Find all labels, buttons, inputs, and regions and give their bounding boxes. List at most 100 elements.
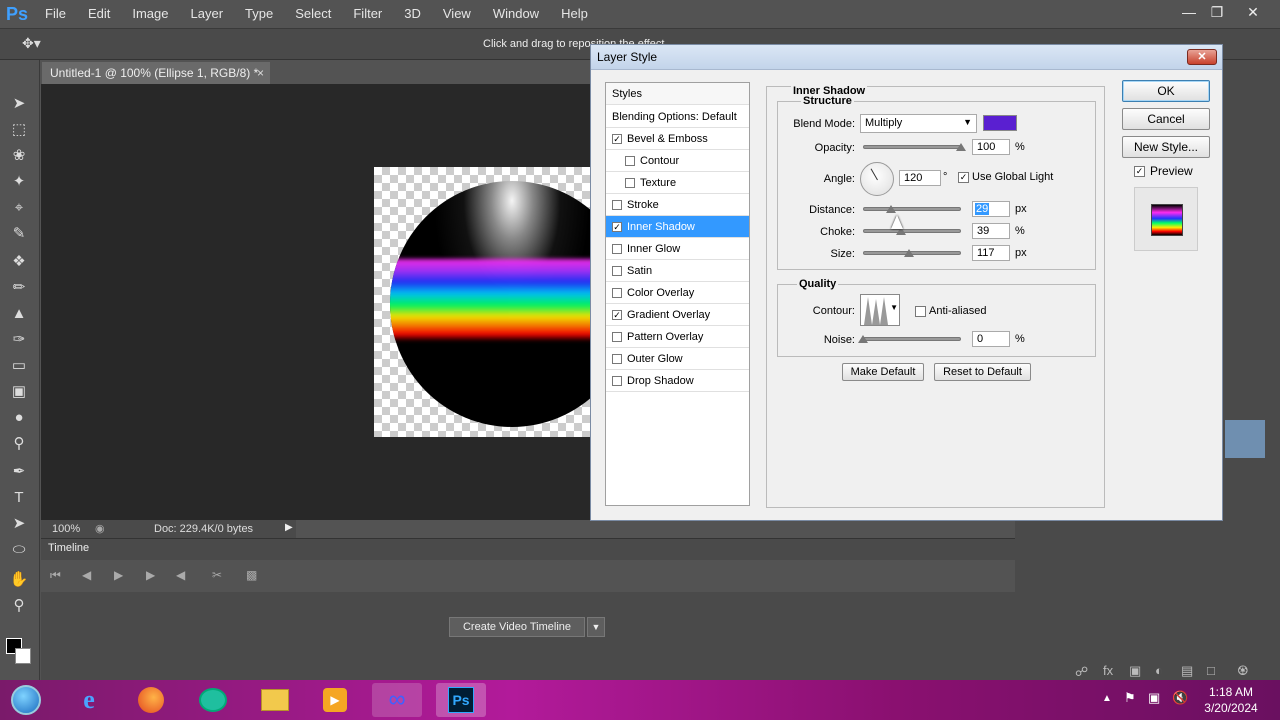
style-item[interactable]: Drop Shadow bbox=[606, 370, 749, 392]
angle-dial[interactable] bbox=[860, 162, 894, 196]
split-icon[interactable]: ✂ bbox=[212, 568, 222, 582]
noise-slider-thumb[interactable] bbox=[858, 335, 868, 343]
style-checkbox[interactable] bbox=[612, 354, 622, 364]
menu-file[interactable]: File bbox=[34, 0, 77, 28]
brush-tool-icon[interactable]: ✏ bbox=[8, 276, 30, 298]
dodge-tool-icon[interactable]: ⚲ bbox=[8, 432, 30, 454]
style-checkbox[interactable] bbox=[612, 288, 622, 298]
styles-header[interactable]: Styles bbox=[606, 83, 749, 105]
style-item[interactable]: Color Overlay bbox=[606, 282, 749, 304]
menu-type[interactable]: Type bbox=[234, 0, 284, 28]
layer-thumbnail[interactable] bbox=[1225, 420, 1265, 458]
new-layer-icon[interactable]: □ bbox=[1207, 663, 1215, 678]
style-checkbox[interactable]: ✓ bbox=[612, 222, 622, 232]
close-icon[interactable]: ✕ bbox=[1240, 2, 1266, 22]
first-frame-icon[interactable]: ⏮ bbox=[50, 568, 61, 583]
size-slider-thumb[interactable] bbox=[904, 249, 915, 257]
start-button[interactable] bbox=[4, 683, 48, 717]
close-icon[interactable]: ✕ bbox=[1187, 49, 1217, 65]
chat-app-icon[interactable] bbox=[188, 683, 238, 717]
preview-checkbox[interactable]: ✓ bbox=[1134, 166, 1145, 177]
volume-muted-icon[interactable]: 🔇 bbox=[1172, 690, 1188, 706]
photoshop-taskbar-icon[interactable]: Ps bbox=[436, 683, 486, 717]
style-item[interactable]: Stroke bbox=[606, 194, 749, 216]
minimize-icon[interactable]: — bbox=[1176, 2, 1202, 22]
blend-mode-select[interactable]: Multiply ▼ bbox=[860, 114, 977, 133]
style-item[interactable]: ✓ Gradient Overlay bbox=[606, 304, 749, 326]
blur-tool-icon[interactable]: ● bbox=[8, 406, 30, 428]
style-checkbox[interactable] bbox=[612, 200, 622, 210]
menu-layer[interactable]: Layer bbox=[180, 0, 235, 28]
transition-icon[interactable]: ▩ bbox=[246, 568, 257, 582]
new-style-button[interactable]: New Style... bbox=[1122, 136, 1210, 158]
style-item[interactable]: ✓ Bevel & Emboss bbox=[606, 128, 749, 150]
distance-slider-thumb[interactable] bbox=[886, 205, 897, 213]
create-video-timeline-button[interactable]: Create Video Timeline bbox=[449, 617, 585, 637]
menu-edit[interactable]: Edit bbox=[77, 0, 121, 28]
style-checkbox[interactable]: ✓ bbox=[612, 310, 622, 320]
stamp-tool-icon[interactable]: ▲ bbox=[8, 302, 30, 324]
menu-image[interactable]: Image bbox=[121, 0, 179, 28]
reset-to-default-button[interactable]: Reset to Default bbox=[934, 363, 1031, 381]
marquee-tool-icon[interactable]: ⬚ bbox=[8, 118, 30, 140]
crop-tool-icon[interactable]: ⌖ bbox=[8, 196, 30, 218]
firefox-icon[interactable] bbox=[126, 683, 176, 717]
move-tool-icon[interactable]: ✥▾ bbox=[22, 35, 41, 52]
choke-field[interactable]: 39 bbox=[972, 223, 1010, 239]
anti-aliased-checkbox[interactable] bbox=[915, 306, 926, 317]
pen-tool-icon[interactable]: ✒ bbox=[8, 460, 30, 482]
style-checkbox[interactable] bbox=[625, 178, 635, 188]
document-canvas[interactable] bbox=[374, 167, 590, 437]
style-item[interactable]: ✓ Inner Shadow bbox=[606, 216, 749, 238]
document-tab[interactable]: Untitled-1 @ 100% (Ellipse 1, RGB/8) * × bbox=[42, 62, 270, 84]
restore-icon[interactable]: ❐ bbox=[1204, 2, 1230, 22]
eraser-icon[interactable]: ▭ bbox=[8, 354, 30, 376]
path-select-icon[interactable]: ➤ bbox=[8, 512, 30, 534]
style-checkbox[interactable] bbox=[612, 266, 622, 276]
audio-icon[interactable]: ◀ bbox=[176, 568, 185, 582]
dialog-titlebar[interactable]: Layer Style ✕ bbox=[591, 45, 1222, 70]
style-checkbox[interactable] bbox=[625, 156, 635, 166]
clock[interactable]: 1:18 AM 3/20/2024 bbox=[1196, 684, 1266, 716]
chevron-down-icon[interactable]: ▼ bbox=[587, 617, 605, 637]
shadow-color-swatch[interactable] bbox=[983, 115, 1017, 131]
opacity-slider-thumb[interactable] bbox=[956, 143, 966, 151]
close-icon[interactable]: × bbox=[257, 62, 264, 84]
mask-icon[interactable]: ▣ bbox=[1129, 663, 1141, 679]
status-menu-arrow-icon[interactable]: ▶ bbox=[285, 522, 293, 533]
style-checkbox[interactable] bbox=[612, 244, 622, 254]
distance-slider[interactable] bbox=[863, 207, 961, 211]
zoom-tool-icon[interactable]: ⚲ bbox=[8, 594, 30, 616]
healing-brush-icon[interactable]: ❖ bbox=[8, 250, 30, 272]
angle-field[interactable]: 120 bbox=[899, 170, 941, 186]
ellipse-tool-icon[interactable]: ⬭ bbox=[8, 538, 30, 560]
menu-select[interactable]: Select bbox=[284, 0, 342, 28]
flag-icon[interactable]: ⚑ bbox=[1124, 690, 1136, 706]
style-item[interactable]: Contour bbox=[606, 150, 749, 172]
make-default-button[interactable]: Make Default bbox=[842, 363, 924, 381]
opacity-slider[interactable] bbox=[863, 145, 961, 149]
status-info-icon[interactable]: ◉ bbox=[95, 522, 105, 535]
style-item[interactable]: Inner Glow bbox=[606, 238, 749, 260]
folder-icon[interactable]: ▤ bbox=[1181, 663, 1193, 679]
tray-up-arrow-icon[interactable]: ▲ bbox=[1102, 693, 1112, 704]
menu-window[interactable]: Window bbox=[482, 0, 550, 28]
style-item[interactable]: Texture bbox=[606, 172, 749, 194]
hand-tool-icon[interactable]: ✋ bbox=[8, 568, 30, 590]
menu-help[interactable]: Help bbox=[550, 0, 599, 28]
timeline-title[interactable]: Timeline bbox=[48, 542, 89, 554]
menu-3d[interactable]: 3D bbox=[393, 0, 432, 28]
blending-options-item[interactable]: Blending Options: Default bbox=[606, 106, 749, 128]
style-checkbox[interactable]: ✓ bbox=[612, 134, 622, 144]
ok-button[interactable]: OK bbox=[1122, 80, 1210, 102]
trash-icon[interactable]: ♼ bbox=[1237, 663, 1249, 679]
zoom-level[interactable]: 100% bbox=[52, 523, 80, 535]
file-explorer-icon[interactable] bbox=[250, 683, 300, 717]
noise-field[interactable]: 0 bbox=[972, 331, 1010, 347]
menu-filter[interactable]: Filter bbox=[342, 0, 393, 28]
cancel-button[interactable]: Cancel bbox=[1122, 108, 1210, 130]
background-color-icon[interactable] bbox=[15, 648, 31, 664]
style-item[interactable]: Satin bbox=[606, 260, 749, 282]
gradient-tool-icon[interactable]: ▣ bbox=[8, 380, 30, 402]
adjustment-icon[interactable]: ◐ bbox=[1155, 663, 1163, 678]
